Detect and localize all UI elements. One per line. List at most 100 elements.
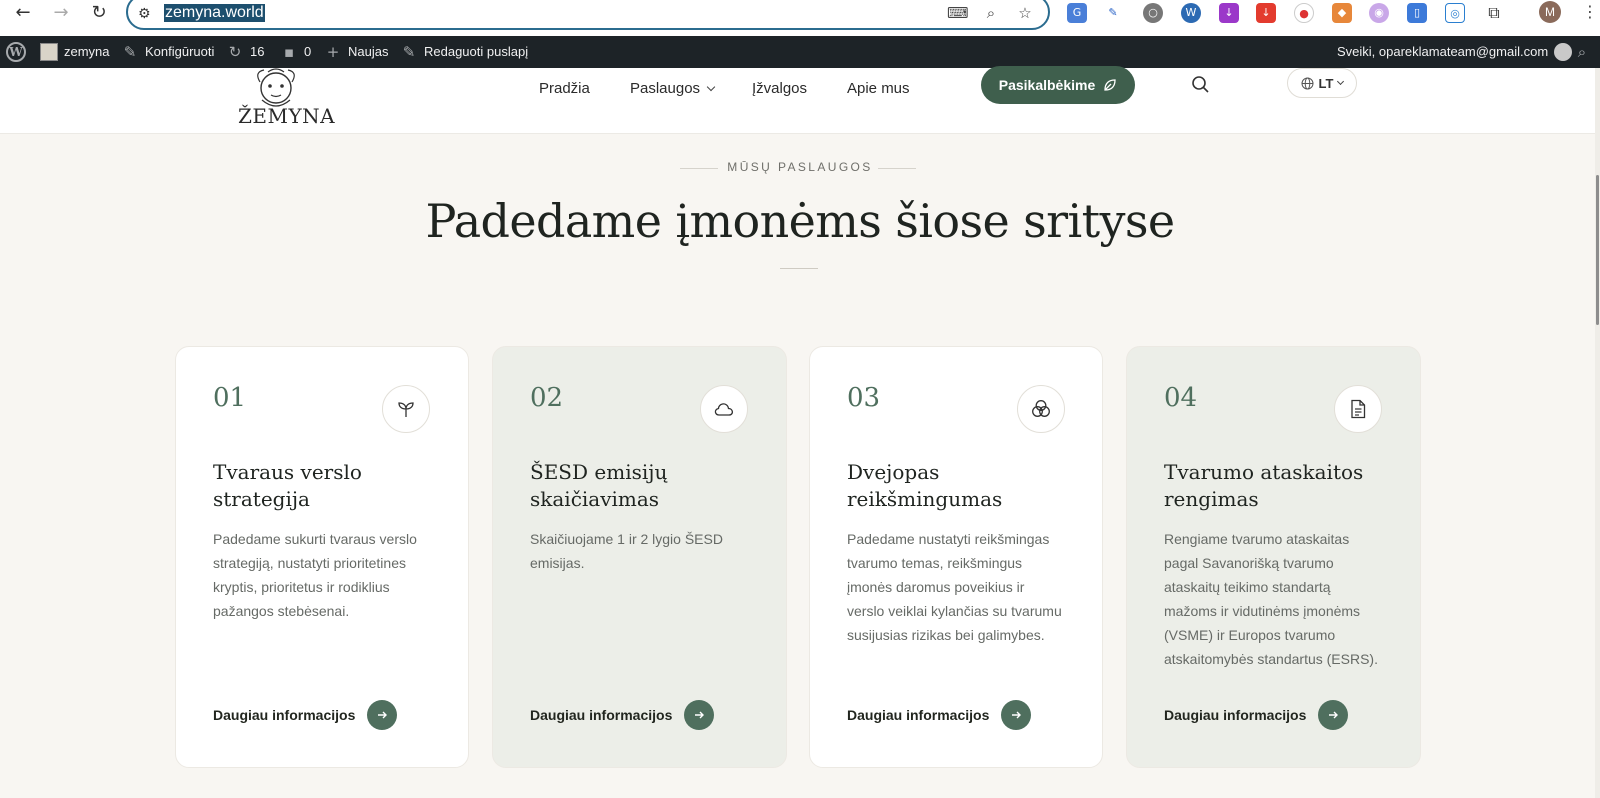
more-info-link[interactable]: Daugiau informacijos (530, 700, 715, 730)
site-settings-icon[interactable]: ⚙ (138, 6, 151, 22)
language-code: LT (1318, 75, 1334, 91)
card-icon-wrap (1334, 385, 1382, 433)
wp-admin-bar: W zemyna ✎ Konfigūruoti ↻ 16 ▪ 0 + Nauja… (0, 36, 1600, 68)
nav-insights[interactable]: Įžvalgos (752, 71, 807, 107)
arrow-right-icon (1001, 700, 1032, 730)
download-purple-icon[interactable]: ↓ (1219, 3, 1239, 23)
card-icon-wrap (700, 385, 748, 433)
more-info-label: Daugiau informacijos (530, 707, 673, 723)
site-name-menu[interactable]: zemyna (40, 36, 110, 68)
zoom-icon[interactable]: ⌕ (981, 3, 1001, 23)
plus-icon: + (326, 43, 340, 61)
updates-link[interactable]: ↻ 16 (226, 36, 265, 68)
profile-avatar[interactable]: M (1539, 1, 1561, 23)
card-title: Tvaraus verslo strategija (213, 460, 362, 511)
contact-cta-button[interactable]: Pasikalbėkime (981, 66, 1135, 104)
service-card-2: 02 ŠESD emisijų skaičiavimas Skaičiuojam… (492, 346, 787, 768)
edit-page-label: Redaguoti puslapį (424, 44, 529, 59)
address-bar[interactable]: ⚙ zemyna.world (126, 0, 1050, 30)
cta-label: Pasikalbėkime (998, 77, 1096, 93)
customize-link[interactable]: ✎ Konfigūruoti (121, 36, 215, 68)
pencil-icon: ✎ (402, 43, 416, 61)
card-description: Padedame nustatyti reikšmingas tvarumo t… (847, 531, 1062, 643)
site-logo[interactable]: ŽEMYNA (238, 68, 336, 134)
reload-icon[interactable]: ↻ (88, 2, 110, 24)
service-card-3: 03 Dvejopas reikšmingumas Padedame nusta… (809, 346, 1103, 768)
updates-count: 16 (250, 44, 265, 59)
card-icon-wrap (382, 385, 430, 433)
bookmark-star-icon[interactable]: ☆ (1015, 3, 1035, 23)
card-number: 04 (1164, 383, 1198, 413)
edit-page-link[interactable]: ✎ Redaguoti puslapį (400, 36, 528, 68)
url-text[interactable]: zemyna.world (164, 4, 265, 22)
kebab-menu-icon[interactable]: ⋮ (1582, 1, 1598, 23)
arrow-right-icon (684, 700, 715, 730)
comments-link[interactable]: ▪ 0 (280, 36, 311, 68)
card-number: 03 (847, 383, 881, 413)
card-title: Tvarumo ataskaitos rengimas (1164, 460, 1364, 511)
language-switcher[interactable]: LT (1287, 68, 1357, 98)
sprout-icon (398, 402, 414, 417)
globe-icon (1301, 77, 1314, 89)
arrow-right-icon (367, 700, 398, 730)
translate-extension-icon[interactable]: G (1067, 3, 1087, 23)
user-avatar (1554, 43, 1573, 61)
card-icon-wrap (1017, 385, 1065, 433)
more-info-label: Daugiau informacijos (213, 707, 356, 723)
nav-home[interactable]: Pradžia (539, 71, 590, 107)
card-description: Rengiame tvarumo ataskaitas pagal Savano… (1164, 531, 1378, 667)
card-description: Padedame sukurti tvaraus verslo strategi… (213, 531, 417, 619)
card-title: Dvejopas reikšmingumas (847, 460, 1003, 511)
account-menu[interactable]: Sveiki, opareklamateam@gmail.com (1337, 36, 1573, 68)
pen-extension-icon[interactable]: ✎ (1103, 3, 1123, 23)
site-header: ŽEMYNA Pradžia Paslaugos Įžvalgos Apie m… (0, 66, 1600, 134)
translate-icon[interactable]: ⌨ (947, 3, 969, 23)
more-info-link[interactable]: Daugiau informacijos (213, 700, 398, 730)
back-arrow-icon[interactable]: ← (12, 2, 34, 24)
screenshot-extension-icon[interactable]: ◎ (1445, 3, 1465, 23)
card-number: 02 (530, 383, 564, 413)
more-info-link[interactable]: Daugiau informacijos (847, 700, 1032, 730)
card-number: 01 (213, 383, 247, 413)
admin-search[interactable]: ⌕ (1573, 36, 1591, 68)
shield-extension-icon[interactable]: ◆ (1332, 3, 1352, 23)
pokeball-extension-icon[interactable]: ● (1294, 3, 1314, 23)
new-content-menu[interactable]: + Naujas (324, 36, 389, 68)
phone-extension-icon[interactable]: ▯ (1407, 3, 1427, 23)
nav-services-label: Paslaugos (630, 80, 701, 97)
circle-extension-icon[interactable]: ○ (1143, 3, 1163, 23)
paintbrush-icon: ✎ (123, 43, 137, 61)
more-info-link[interactable]: Daugiau informacijos (1164, 700, 1349, 730)
more-info-label: Daugiau informacijos (1164, 707, 1307, 723)
search-icon: ⌕ (1577, 43, 1587, 61)
logo-wordmark: ŽEMYNA (238, 104, 336, 128)
site-name-label: zemyna (64, 44, 110, 59)
title-divider (780, 268, 818, 269)
chevron-down-icon (706, 82, 716, 92)
search-icon[interactable] (1190, 74, 1212, 96)
comment-bubble-icon: ▪ (283, 43, 295, 61)
service-card-4: 04 Tvarumo ataskaitos rengimas Rengiame … (1126, 346, 1421, 768)
card-description: Skaičiuojame 1 ir 2 lygio ŠESD emisijas. (530, 531, 723, 571)
site-thumbnail-icon (40, 43, 58, 61)
document-icon (1351, 399, 1366, 419)
new-label: Naujas (348, 44, 389, 59)
service-card-1: 01 Tvaraus verslo strategija Padedame su… (175, 346, 469, 768)
badge-extension-icon[interactable]: ◉ (1369, 3, 1389, 23)
chevron-down-icon (1337, 77, 1345, 85)
wordpress-extension-icon[interactable]: W (1181, 3, 1201, 23)
greeting-text: Sveiki, opareklamateam@gmail.com (1337, 44, 1549, 59)
nav-services[interactable]: Paslaugos (630, 71, 716, 107)
forward-arrow-icon[interactable]: → (50, 2, 72, 24)
comments-count: 0 (304, 44, 312, 59)
extensions-puzzle-icon[interactable]: ⧉ (1484, 3, 1504, 23)
card-title: ŠESD emisijų skaičiavimas (530, 460, 668, 511)
eyebrow-divider-right (878, 168, 916, 169)
nav-about[interactable]: Apie mus (847, 71, 910, 107)
leaf-icon (1104, 79, 1116, 91)
customize-label: Konfigūruoti (145, 44, 215, 59)
section-title: Padedame įmonėms šiose srityse (425, 194, 1175, 248)
download-red-icon[interactable]: ↓ (1256, 3, 1276, 23)
wp-logo-menu[interactable]: W (6, 36, 26, 68)
cloud-icon (714, 403, 734, 416)
